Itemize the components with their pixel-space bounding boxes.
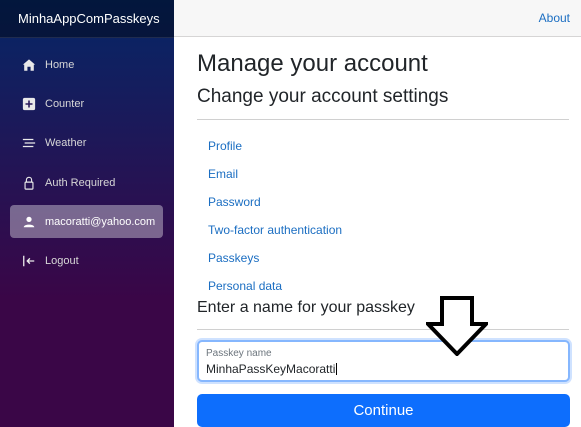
top-bar: About — [174, 0, 581, 37]
sidebar-item-home[interactable]: Home — [10, 48, 163, 81]
down-arrow-icon — [426, 296, 488, 356]
nav-link-personal-data[interactable]: Personal data — [208, 279, 282, 293]
nav-link-email[interactable]: Email — [208, 167, 238, 181]
sidebar-item-label: macoratti@yahoo.com — [45, 215, 156, 228]
passkey-name-label: Passkey name — [206, 348, 272, 359]
passkey-name-field[interactable]: Passkey name MinhaPassKeyMacoratti — [197, 340, 570, 382]
text-caret — [336, 363, 338, 375]
sidebar-item-label: Logout — [45, 254, 79, 267]
sidebar-item-auth-required[interactable]: Auth Required — [10, 166, 163, 199]
nav-link-passkeys[interactable]: Passkeys — [208, 251, 259, 265]
nav-link-password[interactable]: Password — [208, 195, 261, 209]
sidebar-item-label: Weather — [45, 136, 87, 149]
continue-button[interactable]: Continue — [197, 394, 570, 427]
logout-icon — [22, 254, 36, 268]
divider — [197, 329, 569, 330]
passkey-name-input[interactable]: MinhaPassKeyMacoratti — [206, 362, 338, 376]
app-brand-link[interactable]: MinhaAppComPasskeys — [18, 11, 160, 26]
plus-square-icon — [22, 97, 36, 111]
sidebar-item-label: Home — [45, 58, 75, 71]
sidebar-item-counter[interactable]: Counter — [10, 87, 163, 120]
list-icon — [22, 136, 36, 150]
about-link[interactable]: About — [539, 11, 570, 25]
divider — [197, 119, 569, 120]
lock-icon — [22, 176, 36, 190]
passkey-heading: Enter a name for your passkey — [197, 299, 415, 316]
page-subtitle: Change your account settings — [197, 86, 449, 107]
sidebar-item-account[interactable]: macoratti@yahoo.com — [10, 205, 163, 238]
sidebar-item-label: Auth Required — [45, 176, 116, 189]
nav-link-profile[interactable]: Profile — [208, 139, 242, 153]
sidebar-item-label: Counter — [45, 97, 85, 110]
page-title: Manage your account — [197, 50, 428, 77]
person-icon — [22, 215, 36, 229]
brand-bar: MinhaAppComPasskeys — [0, 0, 174, 38]
sidebar: MinhaAppComPasskeys Home Counter Weather… — [0, 0, 174, 427]
passkey-name-value: MinhaPassKeyMacoratti — [206, 362, 336, 376]
sidebar-item-weather[interactable]: Weather — [10, 126, 163, 159]
nav-link-two-factor[interactable]: Two-factor authentication — [208, 223, 342, 237]
house-icon — [22, 58, 36, 72]
sidebar-item-logout[interactable]: Logout — [10, 244, 163, 277]
